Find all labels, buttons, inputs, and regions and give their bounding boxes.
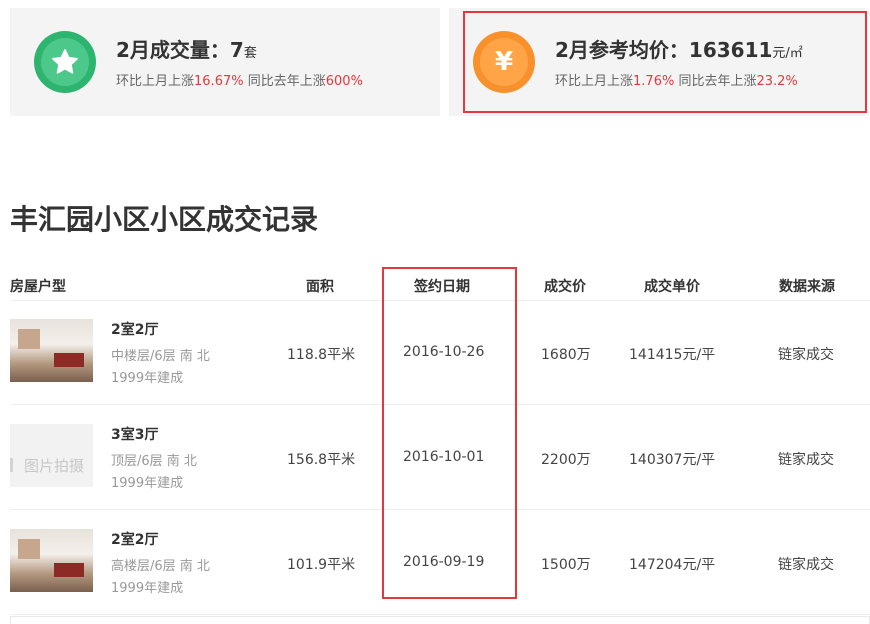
- data-source: 链家成交: [778, 557, 834, 573]
- header-house-type: 房屋户型: [10, 279, 66, 295]
- house-layout[interactable]: 3室3厅: [111, 424, 158, 444]
- house-area: 156.8平米: [287, 452, 356, 468]
- unit-price: 147204元/平: [629, 557, 716, 573]
- unit-price: 140307元/平: [629, 452, 716, 468]
- date-column-highlight-box: [382, 267, 517, 599]
- data-source: 链家成交: [778, 452, 834, 468]
- house-photo-placeholder[interactable]: 图片拍摄: [10, 424, 93, 487]
- house-area: 118.8平米: [287, 347, 356, 363]
- header-area: 面积: [306, 279, 334, 295]
- volume-unit: 套: [243, 46, 257, 61]
- price-card-highlight-box: [463, 11, 867, 113]
- volume-yoy-value: 600%: [325, 74, 363, 89]
- placeholder-text: 图片拍摄: [24, 457, 85, 475]
- house-area: 101.9平米: [287, 557, 356, 573]
- star-icon: [34, 31, 96, 93]
- next-section-edge: [10, 616, 870, 624]
- house-floor: 顶层/6层 南 北: [111, 454, 197, 469]
- header-deal-price: 成交价: [544, 279, 586, 295]
- section-title: 丰汇园小区小区成交记录: [10, 203, 319, 236]
- deal-price: 1680万: [541, 347, 591, 363]
- house-photo[interactable]: [10, 529, 93, 592]
- house-built-year: 1999年建成: [111, 371, 184, 386]
- header-data-source: 数据来源: [779, 279, 835, 295]
- volume-change: 环比上月上涨16.67% 同比去年上涨600%: [116, 74, 363, 89]
- house-floor: 高楼层/6层 南 北: [111, 559, 210, 574]
- deal-price: 2200万: [541, 452, 591, 468]
- house-built-year: 1999年建成: [111, 581, 184, 596]
- data-source: 链家成交: [778, 347, 834, 363]
- house-photo[interactable]: [10, 319, 93, 382]
- house-layout[interactable]: 2室2厅: [111, 319, 158, 339]
- volume-stat-card: 2月成交量：7套 环比上月上涨16.67% 同比去年上涨600%: [10, 8, 440, 116]
- volume-mom-value: 16.67%: [194, 74, 244, 89]
- header-unit-price: 成交单价: [644, 279, 700, 295]
- placeholder-bar: [10, 458, 13, 472]
- deal-price: 1500万: [541, 557, 591, 573]
- house-layout[interactable]: 2室2厅: [111, 529, 158, 549]
- house-built-year: 1999年建成: [111, 476, 184, 491]
- house-floor: 中楼层/6层 南 北: [111, 349, 210, 364]
- unit-price: 141415元/平: [629, 347, 716, 363]
- volume-title: 2月成交量：7套: [116, 38, 257, 62]
